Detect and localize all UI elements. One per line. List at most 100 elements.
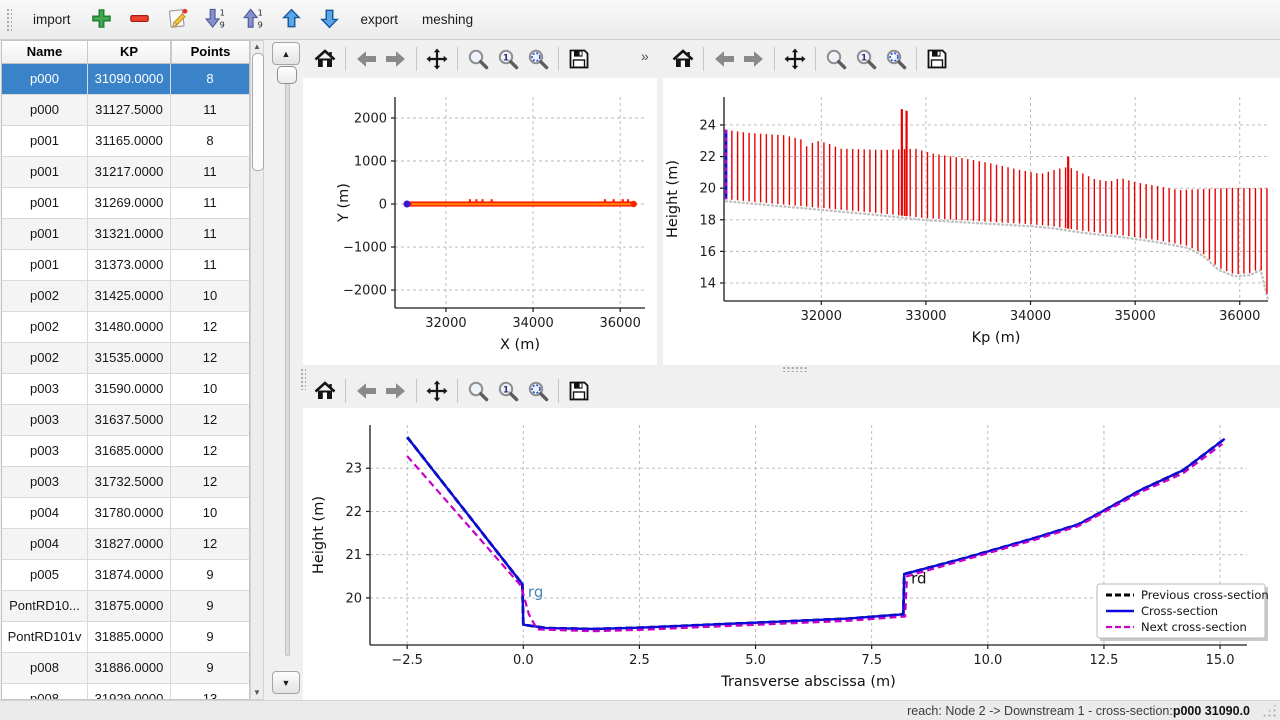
home-icon-button[interactable] bbox=[310, 44, 340, 74]
table-row[interactable]: p00331637.500012 bbox=[2, 405, 249, 436]
table-row[interactable]: p00131321.000011 bbox=[2, 219, 249, 250]
svg-text:Transverse abscissa (m): Transverse abscissa (m) bbox=[720, 674, 896, 690]
plan-view-chart[interactable]: 320003400036000−2000−1000010002000X (m)Y… bbox=[303, 78, 657, 365]
cross-section-chart[interactable]: rgrdPrevious cross-sectionCross-sectionN… bbox=[303, 408, 1280, 700]
cell-points: 13 bbox=[171, 684, 249, 700]
zoom-icon-button[interactable] bbox=[821, 44, 851, 74]
back-icon-button[interactable] bbox=[351, 44, 381, 74]
save-icon-button[interactable] bbox=[564, 376, 594, 406]
move-down-button[interactable] bbox=[312, 4, 348, 36]
scroll-down-icon[interactable]: ▼ bbox=[251, 688, 263, 698]
table-row[interactable]: PontRD10...31875.00009 bbox=[2, 591, 249, 622]
cell-name: p001 bbox=[2, 126, 87, 156]
forward-icon-button[interactable] bbox=[739, 44, 769, 74]
table-row[interactable]: p00131217.000011 bbox=[2, 157, 249, 188]
cell-points: 11 bbox=[171, 219, 249, 249]
zoom-original-icon-button[interactable]: 1 bbox=[851, 44, 881, 74]
zoom-original-icon-button[interactable]: 1 bbox=[493, 376, 523, 406]
zoom-icon-button[interactable] bbox=[463, 44, 493, 74]
table-row[interactable]: PontRD101v31885.00009 bbox=[2, 622, 249, 653]
import-button[interactable]: import bbox=[22, 7, 82, 32]
sort-ascending-button[interactable]: 19 bbox=[236, 4, 272, 36]
table-row[interactable]: p00331732.500012 bbox=[2, 467, 249, 498]
table-row[interactable]: p00331685.000012 bbox=[2, 436, 249, 467]
svg-text:−2000: −2000 bbox=[343, 284, 387, 299]
pan-icon-button[interactable] bbox=[422, 44, 452, 74]
save-icon-button[interactable] bbox=[564, 44, 594, 74]
add-cross-section-button[interactable] bbox=[84, 4, 120, 36]
bottom-pane-grip[interactable] bbox=[300, 368, 306, 390]
save-icon-button[interactable] bbox=[922, 44, 952, 74]
column-header-points[interactable]: Points bbox=[171, 41, 249, 63]
move-up-button[interactable] bbox=[274, 4, 310, 36]
svg-text:21: 21 bbox=[345, 548, 362, 563]
table-row[interactable]: p00031127.500011 bbox=[2, 95, 249, 126]
cell-name: p003 bbox=[2, 467, 87, 497]
section-slider-handle[interactable] bbox=[277, 66, 297, 84]
toolbar-grip[interactable] bbox=[6, 8, 12, 32]
table-row[interactable]: p00131269.000011 bbox=[2, 188, 249, 219]
table-row[interactable]: p00231425.000010 bbox=[2, 281, 249, 312]
table-row[interactable]: p00131165.00008 bbox=[2, 126, 249, 157]
svg-text:Y (m): Y (m) bbox=[336, 183, 352, 223]
svg-text:14: 14 bbox=[699, 276, 716, 291]
zoom-region-icon-button[interactable] bbox=[523, 44, 553, 74]
horizontal-splitter-handle[interactable] bbox=[782, 366, 808, 372]
table-row[interactable]: p00831886.00009 bbox=[2, 653, 249, 684]
svg-text:18: 18 bbox=[699, 213, 716, 228]
toolbar-overflow-chevron[interactable]: » bbox=[641, 48, 649, 64]
svg-text:10.0: 10.0 bbox=[973, 653, 1002, 668]
back-icon-button[interactable] bbox=[709, 44, 739, 74]
zoom-original-icon-button[interactable]: 1 bbox=[493, 44, 523, 74]
sort-down-icon: 19 bbox=[204, 7, 227, 33]
longitudinal-profile-chart[interactable]: 3200033000340003500036000141618202224Kp … bbox=[663, 78, 1280, 365]
table-row[interactable]: p00231535.000012 bbox=[2, 343, 249, 374]
table-scrollbar-thumb[interactable] bbox=[252, 53, 264, 171]
table-row[interactable]: p00531874.00009 bbox=[2, 560, 249, 591]
toolbar-separator bbox=[457, 379, 458, 403]
sort-descending-button[interactable]: 19 bbox=[198, 4, 234, 36]
home-icon-button[interactable] bbox=[310, 376, 340, 406]
toolbar-separator bbox=[416, 379, 417, 403]
svg-text:−2.5: −2.5 bbox=[391, 653, 423, 668]
section-slider-track[interactable] bbox=[285, 74, 290, 656]
table-row[interactable]: p00431827.000012 bbox=[2, 529, 249, 560]
home-icon-button[interactable] bbox=[668, 44, 698, 74]
column-header-name[interactable]: Name bbox=[2, 41, 87, 63]
section-up-button[interactable]: ▲ bbox=[272, 42, 300, 65]
table-scrollbar[interactable]: ▲ ▼ bbox=[250, 40, 264, 700]
cell-points: 9 bbox=[171, 622, 249, 652]
table-row[interactable]: p00031090.00008 bbox=[2, 64, 249, 95]
cell-points: 11 bbox=[171, 250, 249, 280]
cell-kp: 31886.0000 bbox=[87, 653, 171, 683]
column-header-kp[interactable]: KP bbox=[87, 41, 171, 63]
pan-icon-button[interactable] bbox=[780, 44, 810, 74]
forward-icon-button[interactable] bbox=[381, 376, 411, 406]
remove-icon bbox=[128, 7, 151, 33]
export-button[interactable]: export bbox=[350, 7, 410, 32]
edit-cross-section-button[interactable] bbox=[160, 4, 196, 36]
cell-name: p008 bbox=[2, 653, 87, 683]
table-row[interactable]: p00431780.000010 bbox=[2, 498, 249, 529]
remove-cross-section-button[interactable] bbox=[122, 4, 158, 36]
svg-text:X (m): X (m) bbox=[500, 337, 540, 353]
toolbar-separator bbox=[815, 47, 816, 71]
table-row[interactable]: p00831929.000013 bbox=[2, 684, 249, 700]
table-row[interactable]: p00331590.000010 bbox=[2, 374, 249, 405]
cell-name: p002 bbox=[2, 281, 87, 311]
toolbar-separator bbox=[558, 379, 559, 403]
table-row[interactable]: p00131373.000011 bbox=[2, 250, 249, 281]
svg-text:5.0: 5.0 bbox=[745, 653, 766, 668]
pan-icon-button[interactable] bbox=[422, 376, 452, 406]
meshing-button[interactable]: meshing bbox=[411, 7, 484, 32]
svg-text:9: 9 bbox=[258, 19, 263, 29]
zoom-region-icon-button[interactable] bbox=[523, 376, 553, 406]
zoom-region-icon-button[interactable] bbox=[881, 44, 911, 74]
scroll-up-icon[interactable]: ▲ bbox=[251, 42, 263, 52]
cell-points: 12 bbox=[171, 529, 249, 559]
zoom-icon-button[interactable] bbox=[463, 376, 493, 406]
table-row[interactable]: p00231480.000012 bbox=[2, 312, 249, 343]
forward-icon-button[interactable] bbox=[381, 44, 411, 74]
section-down-button[interactable]: ▼ bbox=[272, 671, 300, 694]
back-icon-button[interactable] bbox=[351, 376, 381, 406]
